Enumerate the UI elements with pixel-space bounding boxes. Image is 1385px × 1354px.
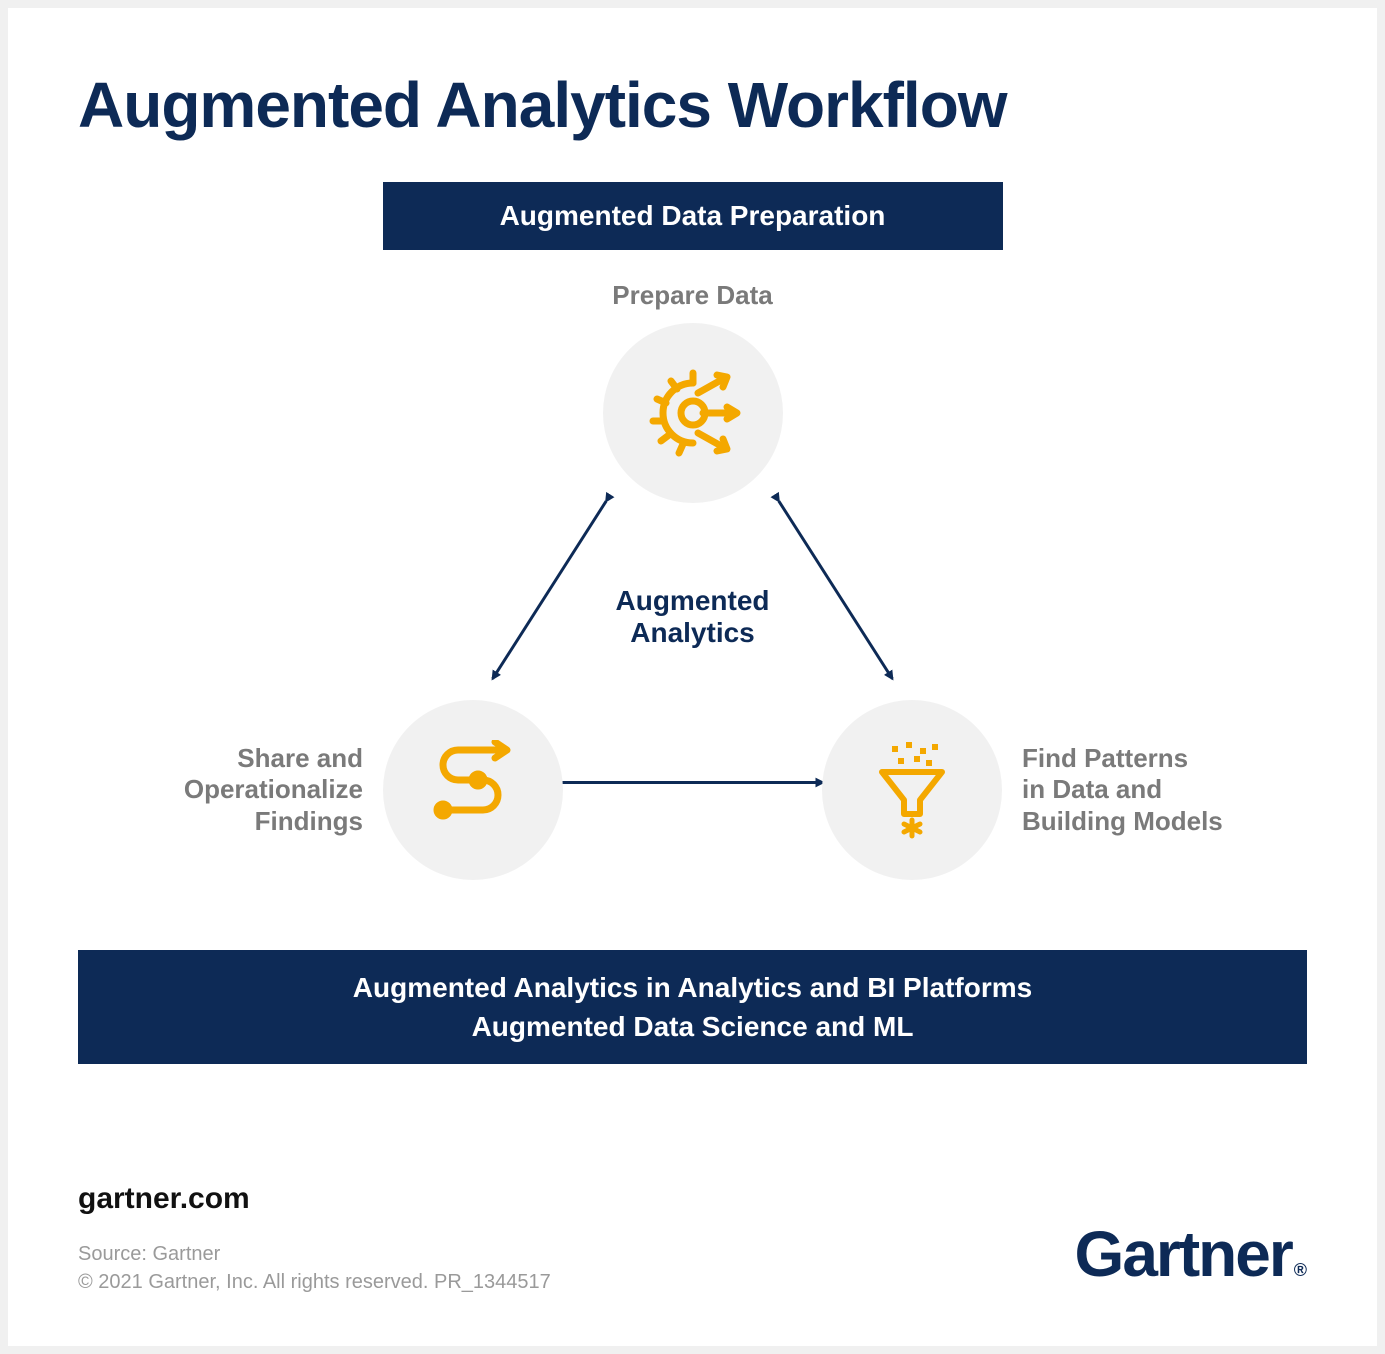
gear-arrows-icon: [643, 363, 743, 463]
node-label: Prepare Data: [543, 280, 843, 311]
node-label: Find Patterns in Data and Building Model…: [1002, 743, 1242, 837]
node-share-findings: Share and Operationalize Findings: [143, 700, 563, 880]
registered-mark: ®: [1294, 1260, 1307, 1281]
diagram-card: Augmented Analytics Workflow Augmented D…: [8, 8, 1377, 1346]
footer-url: gartner.com: [78, 1182, 1307, 1216]
diagram-area: Prepare Data: [78, 280, 1307, 900]
node-prepare-data: Prepare Data: [543, 280, 843, 503]
brand-logo: Gartner®: [1075, 1217, 1307, 1291]
node-circle: [603, 323, 783, 503]
node-circle: [383, 700, 563, 880]
center-label: AugmentedAnalytics: [616, 585, 770, 649]
node-circle: [822, 700, 1002, 880]
banner-top: Augmented Data Preparation: [383, 182, 1003, 250]
brand-name: Gartner: [1075, 1217, 1292, 1291]
funnel-data-icon: [862, 740, 962, 840]
diagram-title: Augmented Analytics Workflow: [78, 68, 1307, 142]
path-arrow-icon: [423, 740, 523, 840]
node-label: Share and Operationalize Findings: [143, 743, 383, 837]
banner-bottom: Augmented Analytics in Analytics and BI …: [78, 950, 1307, 1064]
node-find-patterns: Find Patterns in Data and Building Model…: [822, 700, 1242, 880]
